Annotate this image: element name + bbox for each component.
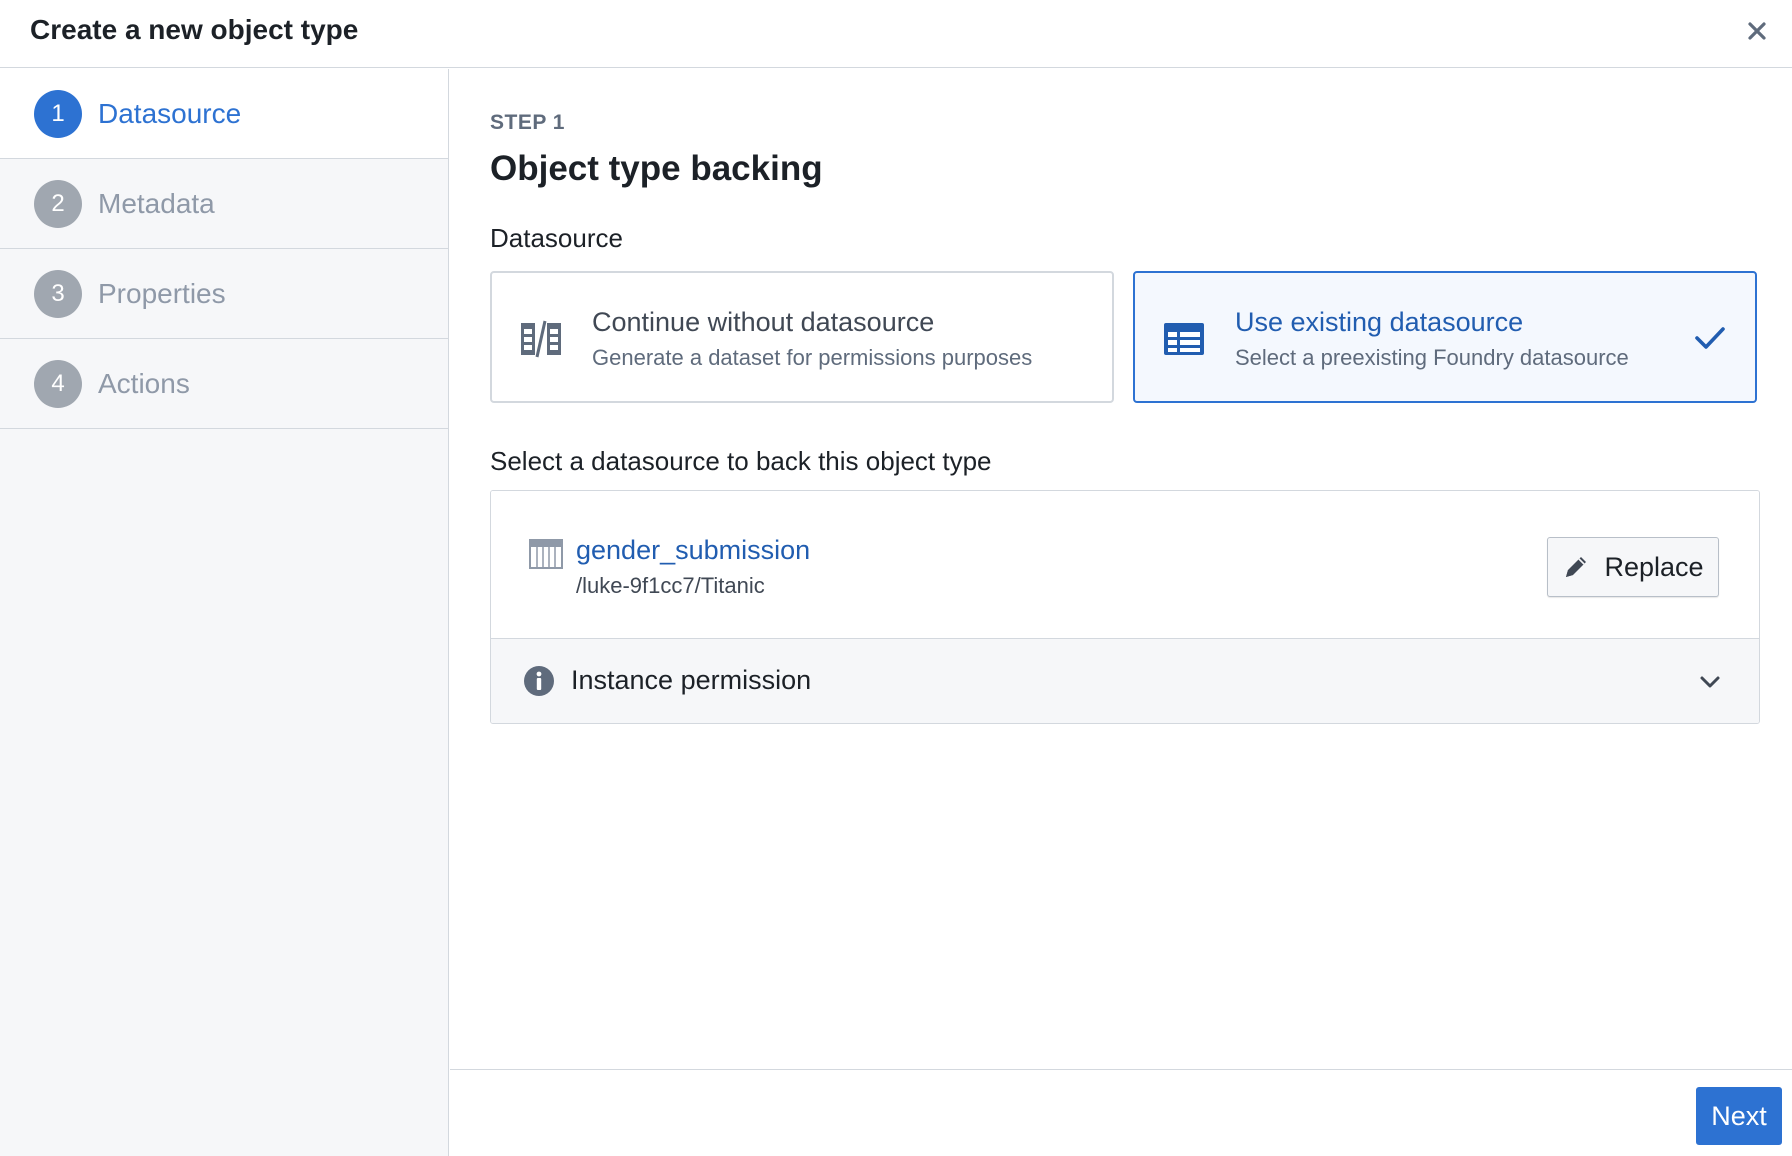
option-card-use-existing-datasource[interactable]: Use existing datasource Select a preexis… <box>1133 271 1757 403</box>
step-number: 4 <box>34 359 82 408</box>
info-icon <box>524 666 554 696</box>
selected-datasource-panel: gender_submission /luke-9f1cc7/Titanic R… <box>490 490 1760 724</box>
step-content: STEP 1 Object type backing Datasource Co… <box>450 69 1792 1070</box>
option-title: Continue without datasource <box>592 307 935 337</box>
instance-permission-collapsible[interactable]: Instance permission <box>491 639 1759 723</box>
close-button[interactable] <box>1740 14 1774 48</box>
sidebar-step-datasource[interactable]: 1 Datasource <box>0 69 448 159</box>
instance-permission-label: Instance permission <box>571 665 812 695</box>
dataset-table-icon <box>529 539 563 569</box>
step-label: Properties <box>98 277 226 309</box>
replace-button[interactable]: Replace <box>1547 537 1719 597</box>
close-icon[interactable] <box>1747 21 1767 41</box>
step-label: Metadata <box>98 187 215 219</box>
replace-label: Replace <box>1604 551 1704 582</box>
option-subtitle: Generate a dataset for permissions purpo… <box>592 345 1033 370</box>
datasource-name-link[interactable]: gender_submission <box>576 535 810 566</box>
sidebar-step-actions[interactable]: 4 Actions <box>0 339 448 429</box>
create-object-type-dialog: Create a new object type 1 Datasource 2 … <box>0 0 1792 1156</box>
table-icon <box>1164 323 1204 355</box>
pencil-icon <box>1566 557 1587 577</box>
option-card-continue-without-datasource[interactable]: Continue without datasource Generate a d… <box>490 271 1114 403</box>
step-kicker: STEP 1 <box>490 111 565 134</box>
step-number: 1 <box>34 89 82 138</box>
dialog-header: Create a new object type <box>0 0 1792 68</box>
datasource-row: gender_submission /luke-9f1cc7/Titanic R… <box>491 491 1759 639</box>
chevron-down-icon <box>1700 676 1720 688</box>
step-label: Datasource <box>98 97 242 129</box>
option-title: Use existing datasource <box>1235 307 1524 337</box>
select-datasource-label: Select a datasource to back this object … <box>490 446 992 476</box>
step-number: 2 <box>34 179 82 228</box>
step-title: Object type backing <box>490 149 823 188</box>
datasource-section-label: Datasource <box>490 223 623 253</box>
wizard-sidebar: 1 Datasource 2 Metadata 3 Properties 4 A… <box>0 69 449 1156</box>
datasource-path: /luke-9f1cc7/Titanic <box>576 573 765 598</box>
sidebar-step-properties[interactable]: 3 Properties <box>0 249 448 339</box>
next-button[interactable]: Next <box>1696 1087 1782 1145</box>
dialog-footer: Next <box>450 1069 1792 1156</box>
sidebar-step-metadata[interactable]: 2 Metadata <box>0 159 448 249</box>
step-label: Actions <box>98 367 190 399</box>
checkmark-icon <box>1695 327 1725 349</box>
option-subtitle: Select a preexisting Foundry datasource <box>1235 345 1629 370</box>
split-dataset-icon <box>521 320 561 358</box>
step-number: 3 <box>34 269 82 318</box>
dialog-title: Create a new object type <box>30 14 359 45</box>
